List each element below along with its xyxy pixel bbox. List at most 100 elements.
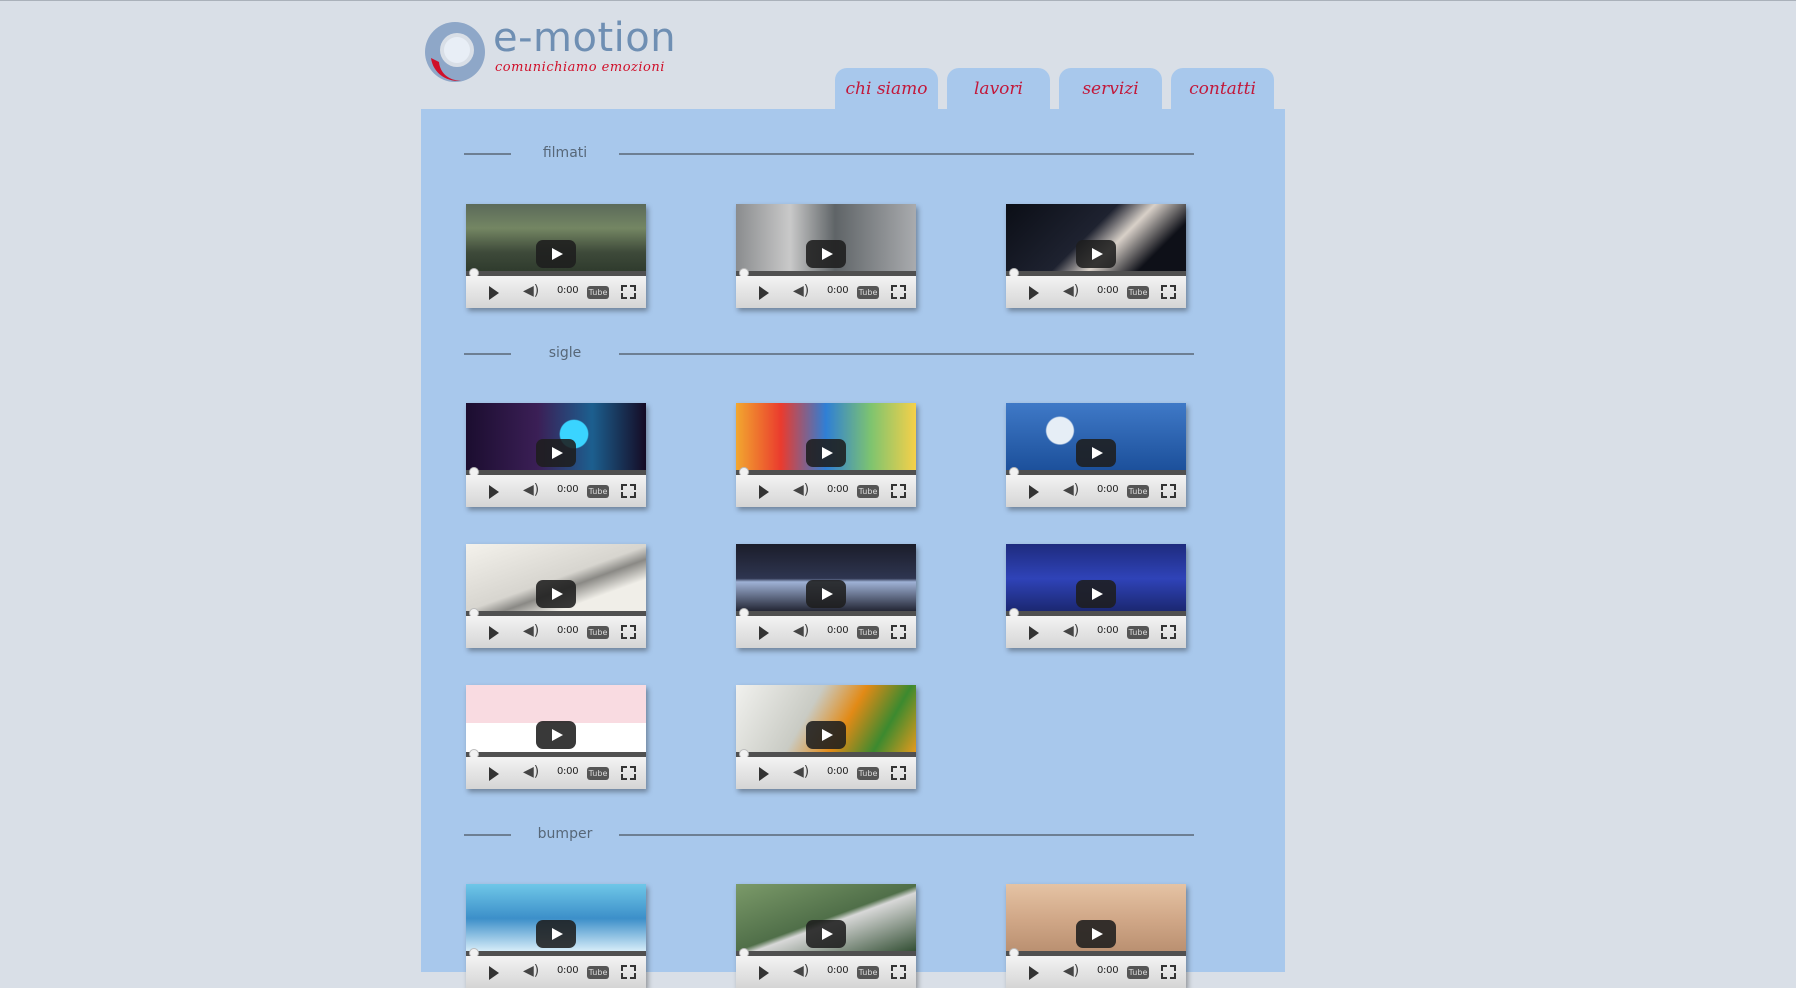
- play-overlay-button[interactable]: [1076, 439, 1116, 467]
- fullscreen-icon[interactable]: [891, 965, 906, 979]
- play-icon[interactable]: [489, 286, 499, 300]
- fullscreen-icon[interactable]: [891, 285, 906, 299]
- video-player[interactable]: ◀) 0:00 Tube: [736, 884, 916, 988]
- volume-icon[interactable]: ◀): [793, 964, 809, 978]
- youtube-logo-button[interactable]: Tube: [1127, 626, 1149, 639]
- video-player[interactable]: ◀) 0:00 Tube: [1006, 884, 1186, 988]
- fullscreen-icon[interactable]: [621, 484, 636, 498]
- play-overlay-button[interactable]: [1076, 920, 1116, 948]
- fullscreen-icon[interactable]: [1161, 484, 1176, 498]
- play-icon[interactable]: [759, 767, 769, 781]
- fullscreen-icon[interactable]: [621, 766, 636, 780]
- fullscreen-icon[interactable]: [891, 766, 906, 780]
- play-icon[interactable]: [759, 286, 769, 300]
- nav-chi-siamo[interactable]: chi siamo: [835, 68, 938, 109]
- play-icon[interactable]: [489, 966, 499, 980]
- fullscreen-icon[interactable]: [621, 625, 636, 639]
- volume-icon[interactable]: ◀): [523, 765, 539, 779]
- volume-icon[interactable]: ◀): [523, 624, 539, 638]
- play-icon[interactable]: [759, 626, 769, 640]
- youtube-logo-button[interactable]: Tube: [587, 626, 609, 639]
- play-icon[interactable]: [1029, 286, 1039, 300]
- nav-servizi[interactable]: servizi: [1059, 68, 1162, 109]
- video-player[interactable]: ◀) 0:00 Tube: [466, 685, 646, 789]
- video-player[interactable]: ◀) 0:00 Tube: [1006, 204, 1186, 308]
- play-icon[interactable]: [1029, 626, 1039, 640]
- play-overlay-button[interactable]: [806, 721, 846, 749]
- video-player[interactable]: ◀) 0:00 Tube: [466, 204, 646, 308]
- time-display: 0:00: [1097, 484, 1119, 495]
- youtube-logo-button[interactable]: Tube: [587, 966, 609, 979]
- play-overlay-button[interactable]: [536, 721, 576, 749]
- volume-icon[interactable]: ◀): [793, 624, 809, 638]
- fullscreen-icon[interactable]: [621, 965, 636, 979]
- volume-icon[interactable]: ◀): [1063, 624, 1079, 638]
- logo-icon: [425, 22, 485, 82]
- play-icon[interactable]: [489, 626, 499, 640]
- youtube-logo-button[interactable]: Tube: [857, 286, 879, 299]
- play-overlay-button[interactable]: [536, 439, 576, 467]
- time-display: 0:00: [827, 766, 849, 777]
- volume-icon[interactable]: ◀): [523, 483, 539, 497]
- play-icon[interactable]: [1029, 966, 1039, 980]
- volume-icon[interactable]: ◀): [1063, 483, 1079, 497]
- player-controls: ◀) 0:00 Tube: [736, 475, 916, 507]
- video-player[interactable]: ◀) 0:00 Tube: [466, 884, 646, 988]
- play-overlay-button[interactable]: [536, 240, 576, 268]
- heading-rule: [464, 834, 511, 836]
- play-overlay-button[interactable]: [806, 240, 846, 268]
- play-overlay-button[interactable]: [1076, 240, 1116, 268]
- site-logo[interactable]: e-motion comunichiamo emozioni: [421, 18, 681, 88]
- fullscreen-icon[interactable]: [891, 484, 906, 498]
- play-overlay-button[interactable]: [536, 920, 576, 948]
- play-icon[interactable]: [759, 485, 769, 499]
- play-overlay-button[interactable]: [806, 439, 846, 467]
- youtube-logo-button[interactable]: Tube: [857, 767, 879, 780]
- fullscreen-icon[interactable]: [1161, 965, 1176, 979]
- fullscreen-icon[interactable]: [891, 625, 906, 639]
- youtube-logo-button[interactable]: Tube: [587, 767, 609, 780]
- volume-icon[interactable]: ◀): [523, 284, 539, 298]
- youtube-logo-button[interactable]: Tube: [857, 485, 879, 498]
- youtube-logo-button[interactable]: Tube: [587, 286, 609, 299]
- fullscreen-icon[interactable]: [1161, 285, 1176, 299]
- volume-icon[interactable]: ◀): [1063, 284, 1079, 298]
- play-overlay-button[interactable]: [806, 580, 846, 608]
- youtube-logo-button[interactable]: Tube: [1127, 966, 1149, 979]
- video-player[interactable]: ◀) 0:00 Tube: [736, 544, 916, 648]
- volume-icon[interactable]: ◀): [1063, 964, 1079, 978]
- video-player[interactable]: ◀) 0:00 Tube: [736, 403, 916, 507]
- nav-contatti[interactable]: contatti: [1171, 68, 1274, 109]
- volume-icon[interactable]: ◀): [793, 765, 809, 779]
- nav-lavori[interactable]: lavori: [947, 68, 1050, 109]
- player-controls: ◀) 0:00 Tube: [466, 956, 646, 988]
- play-icon[interactable]: [759, 966, 769, 980]
- play-overlay-button[interactable]: [536, 580, 576, 608]
- play-icon[interactable]: [489, 485, 499, 499]
- youtube-logo-button[interactable]: Tube: [857, 966, 879, 979]
- video-player[interactable]: ◀) 0:00 Tube: [1006, 403, 1186, 507]
- video-player[interactable]: ◀) 0:00 Tube: [736, 685, 916, 789]
- fullscreen-icon[interactable]: [621, 285, 636, 299]
- youtube-logo-button[interactable]: Tube: [1127, 485, 1149, 498]
- fullscreen-icon[interactable]: [1161, 625, 1176, 639]
- volume-icon[interactable]: ◀): [523, 964, 539, 978]
- player-controls: ◀) 0:00 Tube: [466, 757, 646, 789]
- video-player[interactable]: ◀) 0:00 Tube: [736, 204, 916, 308]
- youtube-logo-button[interactable]: Tube: [857, 626, 879, 639]
- volume-icon[interactable]: ◀): [793, 483, 809, 497]
- play-icon[interactable]: [1029, 485, 1039, 499]
- player-controls: ◀) 0:00 Tube: [466, 616, 646, 648]
- youtube-logo-button[interactable]: Tube: [1127, 286, 1149, 299]
- video-player[interactable]: ◀) 0:00 Tube: [466, 403, 646, 507]
- play-overlay-button[interactable]: [806, 920, 846, 948]
- time-display: 0:00: [557, 766, 579, 777]
- player-controls: ◀) 0:00 Tube: [736, 757, 916, 789]
- play-overlay-button[interactable]: [1076, 580, 1116, 608]
- video-player[interactable]: ◀) 0:00 Tube: [466, 544, 646, 648]
- youtube-logo-button[interactable]: Tube: [587, 485, 609, 498]
- video-player[interactable]: ◀) 0:00 Tube: [1006, 544, 1186, 648]
- volume-icon[interactable]: ◀): [793, 284, 809, 298]
- play-icon[interactable]: [489, 767, 499, 781]
- time-display: 0:00: [827, 625, 849, 636]
